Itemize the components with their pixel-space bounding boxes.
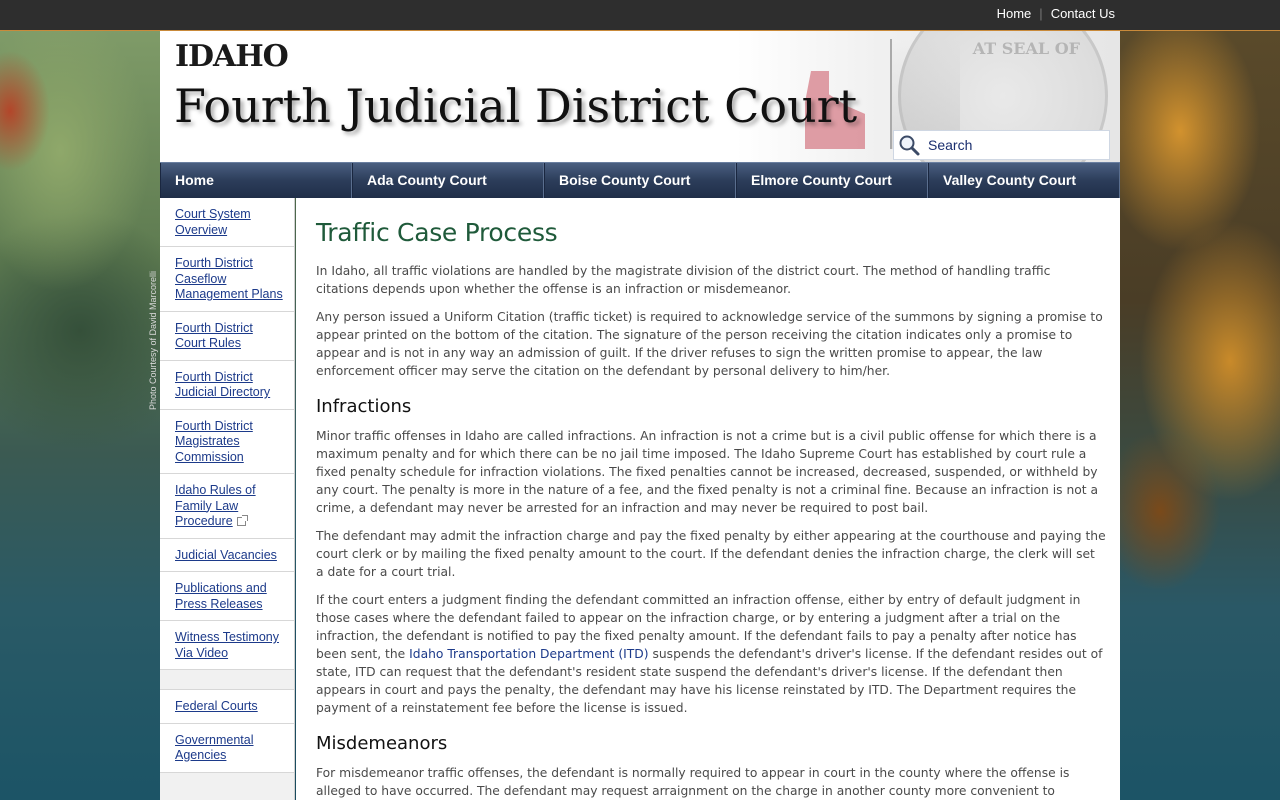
- nav-ada-county-court[interactable]: Ada County Court: [352, 163, 544, 199]
- background-photo-left: [0, 31, 160, 800]
- sidebar-divider: [160, 670, 294, 690]
- background-photo-right: [1120, 31, 1280, 800]
- infractions-paragraph-3: If the court enters a judgment finding t…: [316, 591, 1106, 717]
- sidebar-item-publications[interactable]: Publications and Press Releases: [160, 572, 294, 621]
- search-box: [893, 130, 1110, 160]
- page-title: Traffic Case Process: [316, 218, 558, 247]
- sidebar-item-witness-testimony[interactable]: Witness Testimony Via Video: [160, 621, 294, 670]
- intro-paragraph-1: In Idaho, all traffic violations are han…: [316, 264, 1051, 296]
- nav-elmore-county-court[interactable]: Elmore County Court: [736, 163, 928, 199]
- sidebar-item-judicial-vacancies[interactable]: Judicial Vacancies: [160, 538, 294, 572]
- itd-link[interactable]: Idaho Transportation Department (ITD): [409, 647, 648, 661]
- top-home-link[interactable]: Home: [997, 6, 1032, 21]
- nav-home[interactable]: Home: [160, 163, 352, 199]
- nav-boise-county-court[interactable]: Boise County Court: [544, 163, 736, 199]
- site-header: AT SEAL OF IDAHO Fourth Judicial Distric…: [160, 31, 1120, 162]
- sidebar-item-governmental-agencies[interactable]: Governmental Agencies: [160, 723, 294, 773]
- sidebar: Court System Overview Fourth District Ca…: [160, 198, 295, 800]
- sidebar-item-federal-courts[interactable]: Federal Courts: [160, 690, 294, 724]
- infractions-paragraph-1: Minor traffic offenses in Idaho are call…: [316, 429, 1099, 515]
- search-icon[interactable]: [894, 131, 924, 159]
- site-title[interactable]: Fourth Judicial District Court: [174, 79, 857, 133]
- top-links: Home | Contact Us: [997, 6, 1115, 21]
- photo-credit: Photo Courtesy of David Marcorelli: [148, 270, 158, 410]
- misdemeanors-heading: Misdemeanors: [316, 733, 448, 754]
- idaho-logo[interactable]: IDAHO: [175, 39, 289, 74]
- main-content: Traffic Case Process In Idaho, all traff…: [296, 198, 1120, 800]
- sidebar-item-court-system-overview[interactable]: Court System Overview: [160, 198, 294, 247]
- infractions-heading: Infractions: [316, 396, 412, 417]
- misdemeanors-paragraph-1: For misdemeanor traffic offenses, the de…: [316, 766, 1070, 798]
- infractions-paragraph-2: The defendant may admit the infraction c…: [316, 529, 1106, 579]
- intro-paragraph-2: Any person issued a Uniform Citation (tr…: [316, 310, 1103, 378]
- top-bar: Home | Contact Us: [0, 0, 1280, 31]
- sidebar-item-judicial-directory[interactable]: Fourth District Judicial Directory: [160, 360, 294, 410]
- external-link-icon: [236, 515, 248, 526]
- top-contact-link[interactable]: Contact Us: [1051, 6, 1115, 21]
- sidebar-item-family-law-procedure[interactable]: Idaho Rules of Family Law Procedure: [160, 474, 294, 539]
- nav-valley-county-court[interactable]: Valley County Court: [928, 163, 1120, 199]
- sidebar-item-court-rules[interactable]: Fourth District Court Rules: [160, 311, 294, 361]
- main-nav: Home Ada County Court Boise County Court…: [160, 162, 1120, 199]
- seal-text: AT SEAL OF: [972, 39, 1080, 58]
- search-input[interactable]: [924, 137, 1104, 153]
- top-link-separator: |: [1039, 6, 1043, 21]
- sidebar-item-magistrates-commission[interactable]: Fourth District Magistrates Commission: [160, 409, 294, 474]
- sidebar-item-caseflow-management-plans[interactable]: Fourth District Caseflow Management Plan…: [160, 247, 294, 312]
